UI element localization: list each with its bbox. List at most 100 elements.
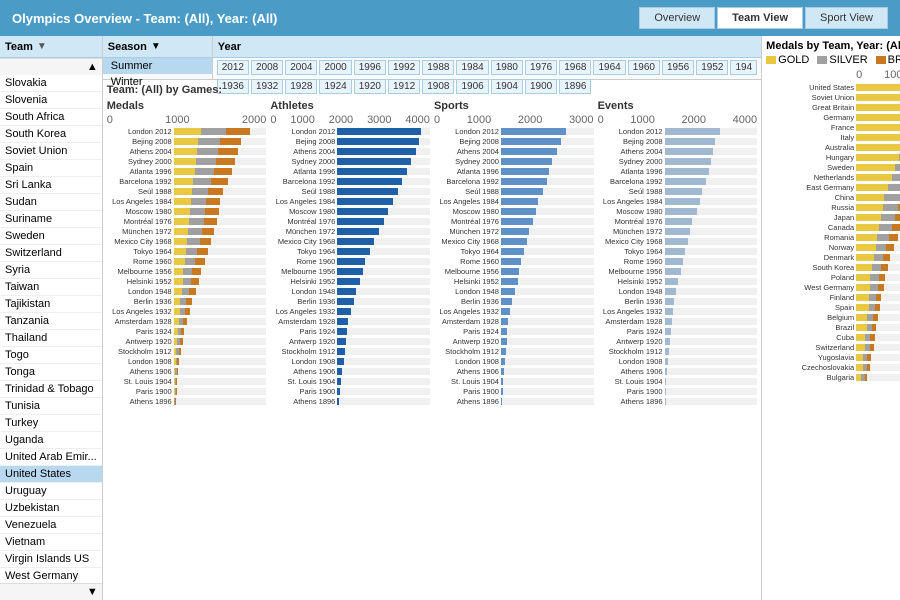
team-item[interactable]: Sri Lanka: [0, 177, 102, 194]
year-button[interactable]: 1992: [388, 60, 420, 75]
team-item[interactable]: Thailand: [0, 330, 102, 347]
medals-bar-row: Paris 1900: [107, 387, 267, 396]
year-button[interactable]: 194: [730, 60, 757, 75]
game-label: Athens 1896: [598, 397, 663, 406]
year-button[interactable]: 2012: [217, 60, 249, 75]
team-item[interactable]: Sudan: [0, 194, 102, 211]
sports-bar-container: [501, 328, 594, 335]
team-item[interactable]: Turkey: [0, 415, 102, 432]
season-summer[interactable]: Summer: [103, 58, 212, 74]
athletes-bar-row: St. Louis 1904: [270, 377, 430, 386]
right-bar-row: Finland: [766, 293, 900, 302]
events-bar-container: [665, 318, 758, 325]
team-item[interactable]: Spain: [0, 160, 102, 177]
medals-bar-container: [174, 128, 267, 135]
team-item[interactable]: Togo: [0, 347, 102, 364]
team-item[interactable]: Suriname: [0, 211, 102, 228]
team-item[interactable]: Syria: [0, 262, 102, 279]
sports-bar-row: Los Angeles 1932: [434, 307, 594, 316]
right-bar-row: Netherlands: [766, 173, 900, 182]
events-bar-container: [665, 298, 758, 305]
team-item[interactable]: Switzerland: [0, 245, 102, 262]
team-item[interactable]: Taiwan: [0, 279, 102, 296]
athletes-bar-row: Rome 1960: [270, 257, 430, 266]
team-item[interactable]: Uganda: [0, 432, 102, 449]
year-button[interactable]: 1956: [662, 60, 694, 75]
events-bar-container: [665, 368, 758, 375]
sports-bar-row: Sydney 2000: [434, 157, 594, 166]
events-bar-row: Paris 1900: [598, 387, 758, 396]
team-item[interactable]: Venezuela: [0, 517, 102, 534]
team-item[interactable]: Uzbekistan: [0, 500, 102, 517]
team-medal-bar: [856, 324, 900, 331]
game-label: Bejing 2008: [598, 137, 663, 146]
team-item[interactable]: Tunisia: [0, 398, 102, 415]
year-button[interactable]: 1980: [491, 60, 523, 75]
events-bar-row: Montréal 1976: [598, 217, 758, 226]
events-bar-row: Bejing 2008: [598, 137, 758, 146]
team-item[interactable]: South Korea: [0, 126, 102, 143]
game-label: Amsterdam 1928: [434, 317, 499, 326]
year-button[interactable]: 1984: [456, 60, 488, 75]
team-item[interactable]: West Germany: [0, 568, 102, 583]
team-view-button[interactable]: Team View: [717, 7, 803, 29]
year-button[interactable]: 1952: [696, 60, 728, 75]
team-medal-bar: [856, 154, 900, 161]
year-button[interactable]: 1988: [422, 60, 454, 75]
athletes-bar-row: Athens 1896: [270, 397, 430, 406]
events-bar-row: Helsinki 1952: [598, 277, 758, 286]
events-bar-container: [665, 248, 758, 255]
game-label: Athens 1906: [598, 367, 663, 376]
overview-button[interactable]: Overview: [639, 7, 715, 29]
team-item[interactable]: Tajikistan: [0, 296, 102, 313]
team-medal-bar: [856, 274, 900, 281]
team-item[interactable]: United Arab Emir...: [0, 449, 102, 466]
team-item[interactable]: Sweden: [0, 228, 102, 245]
medals-bar-row: London 2012: [107, 127, 267, 136]
right-bar-row: United States: [766, 83, 900, 92]
team-filter-icon[interactable]: ▼: [37, 41, 47, 52]
team-item[interactable]: Trinidad & Tobago: [0, 381, 102, 398]
season-filter-icon[interactable]: ▼: [151, 41, 161, 52]
scroll-down-arrow[interactable]: ▼: [0, 583, 102, 600]
year-button[interactable]: 1960: [628, 60, 660, 75]
year-button[interactable]: 2004: [285, 60, 317, 75]
year-button[interactable]: 2000: [319, 60, 351, 75]
team-item[interactable]: Virgin Islands US: [0, 551, 102, 568]
medals-bar-row: London 1908: [107, 357, 267, 366]
team-item[interactable]: Slovenia: [0, 92, 102, 109]
team-item[interactable]: Vietnam: [0, 534, 102, 551]
athletes-bar-container: [337, 368, 430, 375]
sports-bar-container: [501, 188, 594, 195]
athletes-bar-row: München 1972: [270, 227, 430, 236]
game-label: Moscow 1980: [434, 207, 499, 216]
athletes-bar-row: Mexico City 1968: [270, 237, 430, 246]
events-bar-row: Stockholm 1912: [598, 347, 758, 356]
sports-bar-row: München 1972: [434, 227, 594, 236]
events-bar-row: Moscow 1980: [598, 207, 758, 216]
athletes-bar-container: [337, 338, 430, 345]
game-label: Helsinki 1952: [598, 277, 663, 286]
team-item[interactable]: Slovakia: [0, 75, 102, 92]
team-item[interactable]: Uruguay: [0, 483, 102, 500]
game-label: Montréal 1976: [107, 217, 172, 226]
game-label: Helsinki 1952: [434, 277, 499, 286]
medals-bar-row: London 1948: [107, 287, 267, 296]
game-label: Los Angeles 1984: [270, 197, 335, 206]
team-item[interactable]: Tonga: [0, 364, 102, 381]
team-item[interactable]: Soviet Union: [0, 143, 102, 160]
year-button[interactable]: 2008: [251, 60, 283, 75]
sport-view-button[interactable]: Sport View: [805, 7, 888, 29]
sports-label: Sports: [434, 100, 594, 112]
team-item[interactable]: Tanzania: [0, 313, 102, 330]
year-button[interactable]: 1976: [525, 60, 557, 75]
year-button[interactable]: 1964: [593, 60, 625, 75]
athletes-chart: Athletes 01000200030004000 London 2012Be…: [270, 100, 430, 592]
game-label: Stockholm 1912: [107, 347, 172, 356]
scroll-up-arrow[interactable]: ▲: [0, 58, 102, 75]
game-label: München 1972: [270, 227, 335, 236]
team-item[interactable]: United States: [0, 466, 102, 483]
team-item[interactable]: South Africa: [0, 109, 102, 126]
year-button[interactable]: 1968: [559, 60, 591, 75]
year-button[interactable]: 1996: [354, 60, 386, 75]
